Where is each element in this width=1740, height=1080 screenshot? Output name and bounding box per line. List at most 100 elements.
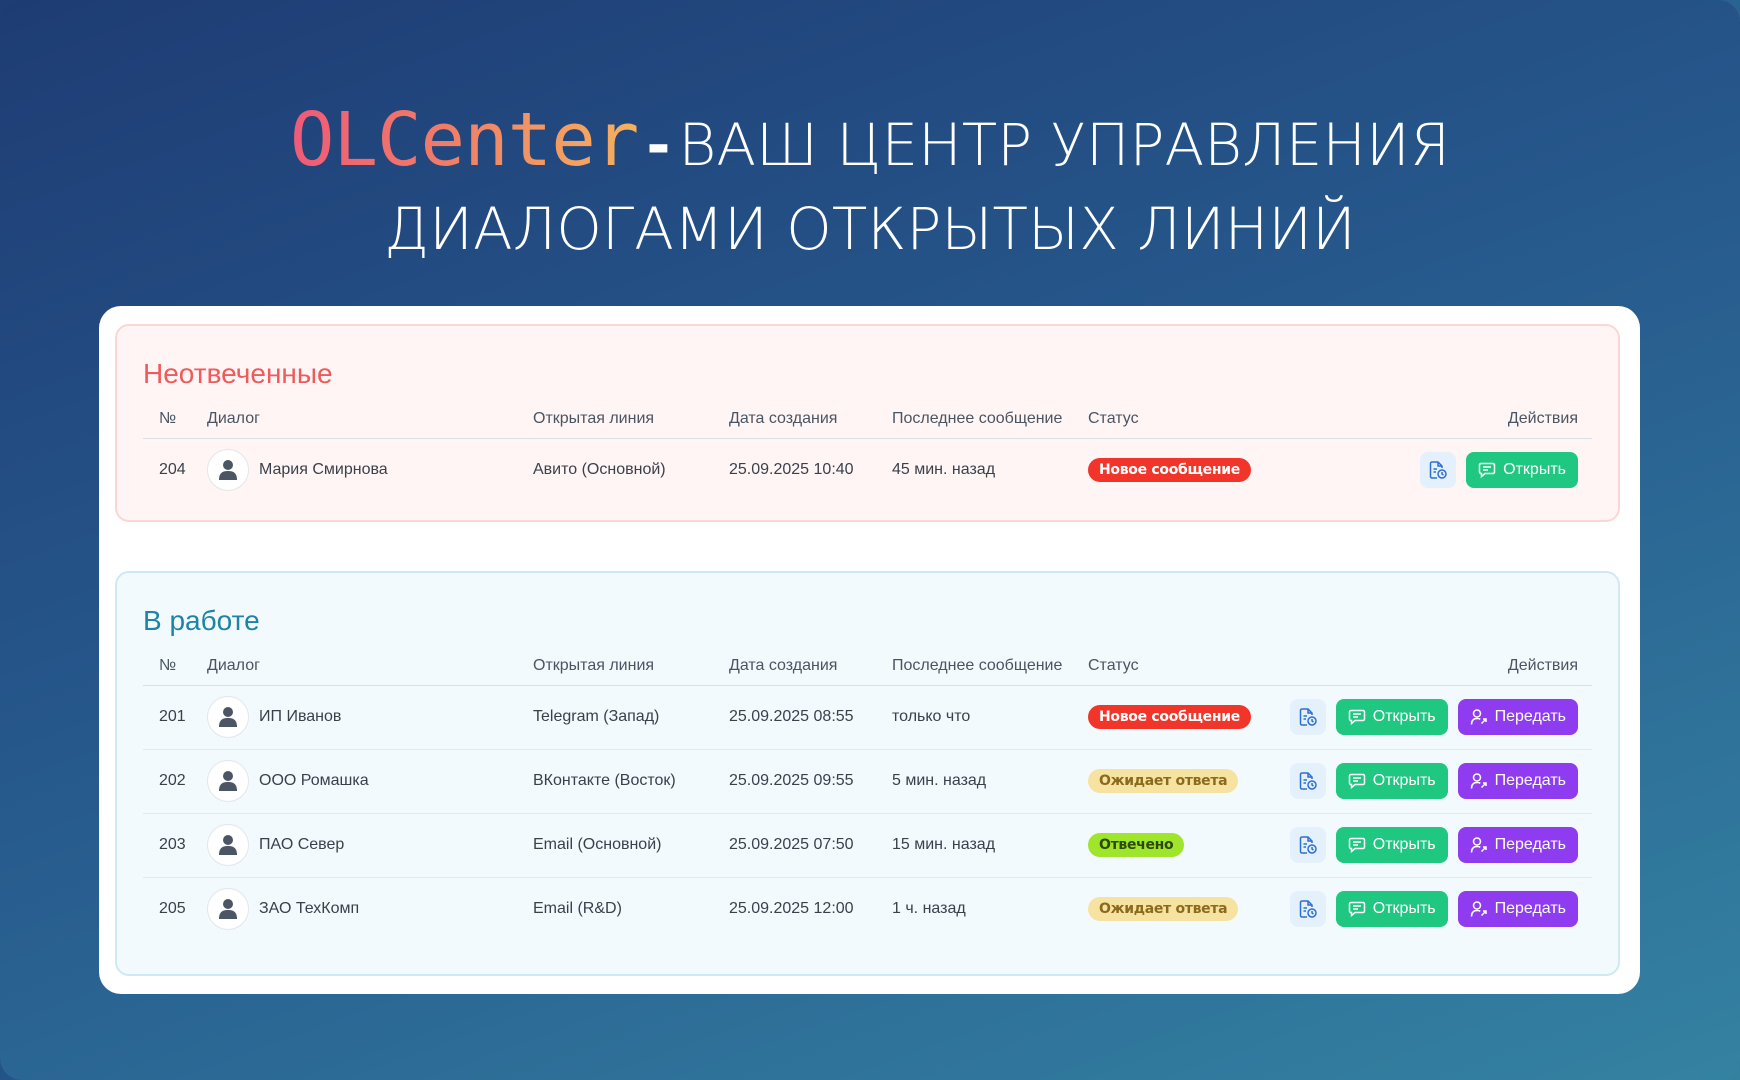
open-button-label: Открыть xyxy=(1372,772,1436,789)
last-message-time: 5 мин. назад xyxy=(892,748,1088,813)
user-transfer-icon xyxy=(1470,901,1487,917)
open-button[interactable]: Открыть xyxy=(1335,827,1448,863)
brand-logo-text: OLCenter xyxy=(289,97,639,183)
history-button[interactable] xyxy=(1289,827,1326,863)
hero-headline: OLCenter - ВАШ ЦЕНТР УПРАВЛЕНИЯ ДИАЛОГАМИ … xyxy=(0,98,1740,271)
dialog-name[interactable]: ИП Иванов xyxy=(259,708,341,726)
dialog-name[interactable]: ПАО Север xyxy=(259,836,344,854)
user-icon xyxy=(219,707,237,727)
open-line: ВКонтакте (Восток) xyxy=(533,748,729,813)
avatar xyxy=(207,888,249,931)
history-button[interactable] xyxy=(1289,891,1326,928)
user-transfer-icon xyxy=(1470,709,1487,725)
created-date: 25.09.2025 09:55 xyxy=(729,748,892,813)
last-message-time: 45 мин. назад xyxy=(892,461,996,479)
row-number: 205 xyxy=(143,876,207,941)
document-clock-icon xyxy=(1299,772,1317,790)
status-badge: Ожидает ответа xyxy=(1088,897,1239,922)
chat-icon xyxy=(1348,773,1366,790)
table-row[interactable]: 204 Мария Смирнова Авито (Основной) 25.0… xyxy=(143,438,1592,502)
avatar xyxy=(207,696,249,738)
table-row[interactable]: 202 ООО Ромашка ВКонтакте (Восток) 25.09… xyxy=(143,748,1592,813)
avatar xyxy=(207,449,249,492)
open-line: Telegram (Запад) xyxy=(533,708,660,725)
row-number: 204 xyxy=(159,461,186,479)
unanswered-title: Неотвеченные xyxy=(143,358,333,389)
open-button-label: Открыть xyxy=(1372,900,1436,918)
user-icon xyxy=(219,835,237,855)
status-badge: Новое сообщение xyxy=(1088,705,1251,729)
unanswered-panel: Неотвеченные № Диалог Открытая линия Дат… xyxy=(115,324,1620,522)
col-line: Открытая линия xyxy=(533,394,729,439)
col-num: № xyxy=(143,641,207,686)
row-number: 203 xyxy=(143,812,207,877)
transfer-button[interactable]: Передать xyxy=(1457,891,1578,928)
created-date: 25.09.2025 08:55 xyxy=(729,708,854,725)
created-date: 25.09.2025 10:40 xyxy=(729,461,854,479)
transfer-button-label: Передать xyxy=(1494,836,1566,853)
col-actions: Действия xyxy=(1258,394,1592,439)
document-clock-icon xyxy=(1299,900,1317,918)
unanswered-table: № Диалог Открытая линия Дата создания По… xyxy=(143,394,1592,502)
last-message-time: 1 ч. назад xyxy=(892,876,1088,941)
transfer-button[interactable]: Передать xyxy=(1457,827,1578,863)
history-button[interactable] xyxy=(1420,452,1457,489)
table-header-row: № Диалог Открытая линия Дата создания По… xyxy=(143,394,1592,439)
open-button[interactable]: Открыть xyxy=(1335,891,1448,928)
col-dialog: Диалог xyxy=(207,394,533,439)
in-work-title: В работе xyxy=(143,605,260,636)
transfer-button[interactable]: Передать xyxy=(1457,699,1578,735)
table-row[interactable]: 203 ПАО Север Email (Основной) 25.09.202… xyxy=(143,812,1592,877)
user-transfer-icon xyxy=(1470,773,1487,789)
transfer-button-label: Передать xyxy=(1494,772,1566,789)
created-date: 25.09.2025 07:50 xyxy=(729,812,892,877)
col-line: Открытая линия xyxy=(533,641,729,686)
dialog-name[interactable]: ООО Ромашка xyxy=(259,772,369,790)
row-number: 202 xyxy=(143,748,207,813)
transfer-button-label: Передать xyxy=(1494,708,1566,725)
table-header-row: № Диалог Открытая линия Дата создания По… xyxy=(143,641,1592,686)
user-icon xyxy=(219,771,237,791)
dialog-name[interactable]: Мария Смирнова xyxy=(259,461,388,479)
open-button[interactable]: Открыть xyxy=(1466,452,1578,489)
dialog-name[interactable]: ЗАО ТехКомп xyxy=(259,900,359,918)
last-message-time: 15 мин. назад xyxy=(892,812,1088,877)
col-created: Дата создания xyxy=(729,394,892,439)
status-badge: Новое сообщение xyxy=(1088,458,1251,483)
status-badge: Ожидает ответа xyxy=(1088,769,1239,793)
chat-icon xyxy=(1478,463,1496,479)
table-row[interactable]: 201 ИП Иванов Telegram (Запад) 25.09.202… xyxy=(143,685,1592,749)
avatar xyxy=(207,824,249,866)
chat-icon xyxy=(1348,837,1366,854)
user-icon xyxy=(219,899,237,920)
page-background: OLCenter - ВАШ ЦЕНТР УПРАВЛЕНИЯ ДИАЛОГАМИ … xyxy=(0,0,1740,1080)
hero-dash: - xyxy=(646,111,671,179)
col-last-message: Последнее сообщение xyxy=(892,641,1088,686)
open-button[interactable]: Открыть xyxy=(1335,699,1448,735)
in-work-panel: В работе № Диалог Открытая линия Дата со… xyxy=(115,571,1620,976)
row-number: 201 xyxy=(159,708,186,725)
open-button[interactable]: Открыть xyxy=(1335,763,1448,799)
col-status: Статус xyxy=(1088,641,1258,686)
document-clock-icon xyxy=(1299,708,1317,726)
created-date: 25.09.2025 12:00 xyxy=(729,876,892,941)
document-clock-icon xyxy=(1299,836,1317,854)
chat-icon xyxy=(1348,902,1366,918)
user-transfer-icon xyxy=(1470,837,1487,853)
history-button[interactable] xyxy=(1289,763,1326,799)
col-last-message: Последнее сообщение xyxy=(892,394,1088,439)
history-button[interactable] xyxy=(1289,699,1326,735)
col-created: Дата создания xyxy=(729,641,892,686)
status-badge: Отвечено xyxy=(1088,833,1185,857)
col-status: Статус xyxy=(1088,394,1258,439)
table-row[interactable]: 205 ЗАО ТехКомп Email (R&D) 25.09.2025 1… xyxy=(143,876,1592,941)
open-line: Авито (Основной) xyxy=(533,461,666,479)
document-clock-icon xyxy=(1429,461,1447,479)
transfer-button[interactable]: Передать xyxy=(1457,763,1578,799)
col-dialog: Диалог xyxy=(207,641,533,686)
open-button-label: Открыть xyxy=(1372,708,1436,725)
chat-icon xyxy=(1348,709,1366,726)
col-num: № xyxy=(143,394,207,439)
open-line: Email (Основной) xyxy=(533,812,729,877)
avatar xyxy=(207,760,249,802)
